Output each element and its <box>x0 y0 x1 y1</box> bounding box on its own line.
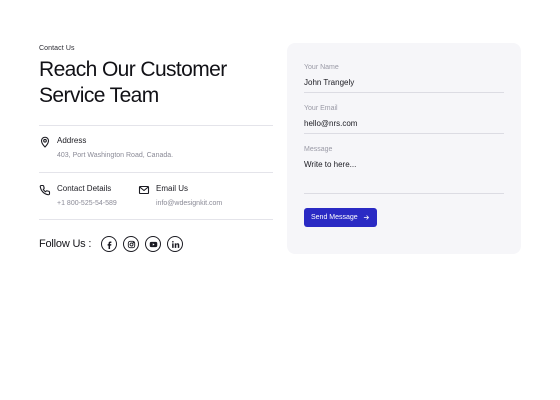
eyebrow-label: Contact Us <box>39 45 75 52</box>
message-field[interactable]: Write to here... <box>304 160 504 194</box>
name-field-group: Your Name John Trangely <box>304 63 504 93</box>
name-field[interactable]: John Trangely <box>304 78 504 93</box>
email-block: Email Us info@wdesignkit.com <box>138 184 222 219</box>
arrow-right-icon <box>363 215 369 220</box>
address-title: Address <box>57 136 87 145</box>
contact-form: Your Name John Trangely Your Email hello… <box>287 43 521 254</box>
email-field-group: Your Email hello@nrs.com <box>304 104 504 134</box>
address-block: Address 403, Port Washington Road, Canad… <box>39 126 273 172</box>
phone-value[interactable]: +1 800-525-54-589 <box>57 199 117 208</box>
youtube-icon[interactable] <box>145 236 162 252</box>
social-links: Follow Us : <box>39 236 273 252</box>
instagram-icon[interactable] <box>123 236 140 252</box>
divider <box>39 219 273 220</box>
page-title-line-2: Service Team <box>39 84 159 107</box>
page-title-line-1: Reach Our Customer <box>39 58 227 81</box>
email-field[interactable]: hello@nrs.com <box>304 119 504 134</box>
page-title: Reach Our Customer Service Team <box>39 57 273 109</box>
message-field-label: Message <box>304 146 333 153</box>
location-pin-icon <box>39 136 51 148</box>
facebook-icon[interactable] <box>101 236 118 252</box>
name-field-label: Your Name <box>304 64 339 71</box>
phone-title: Contact Details <box>57 184 112 193</box>
contact-info-section: Contact Us Reach Our Customer Service Te… <box>39 45 273 252</box>
send-message-label: Send Message <box>311 214 358 221</box>
address-value: 403, Port Washington Road, Canada. <box>57 152 174 159</box>
email-field-label: Your Email <box>304 105 338 112</box>
email-title: Email Us <box>156 184 189 193</box>
send-message-button[interactable]: Send Message <box>304 208 377 227</box>
phone-block: Contact Details +1 800-525-54-589 <box>39 184 138 219</box>
contact-details-row: Contact Details +1 800-525-54-589 Email … <box>39 173 273 219</box>
email-value[interactable]: info@wdesignkit.com <box>156 199 222 208</box>
phone-icon <box>39 184 51 196</box>
mail-icon <box>138 184 150 196</box>
message-field-group: Message Write to here... <box>304 145 504 194</box>
linkedin-icon[interactable] <box>167 236 184 252</box>
follow-us-label: Follow Us : <box>39 238 92 250</box>
